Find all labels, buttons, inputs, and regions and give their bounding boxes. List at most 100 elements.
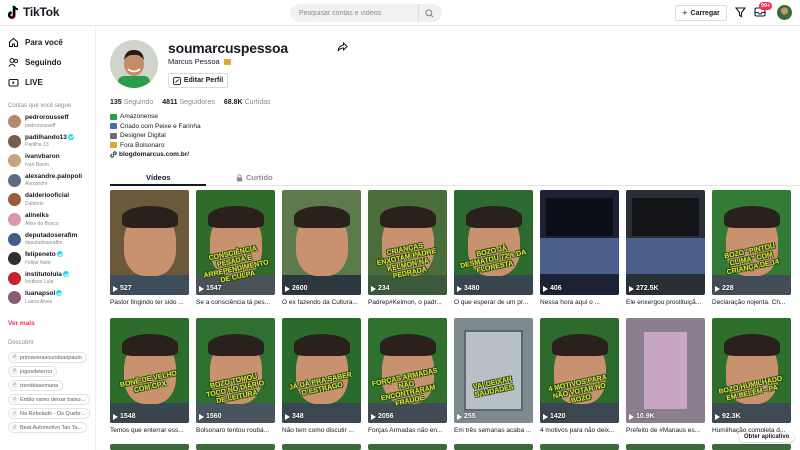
followed-account[interactable]: luanapsol Luana Alves <box>8 289 94 307</box>
video-thumbnail[interactable]: BOZO HUMILHADO EM BELÉM - PA 92.3K <box>712 318 791 423</box>
nav-for-you[interactable]: Para você <box>8 37 63 48</box>
discover-tag[interactable]: ♫ Então vamo deixar baixo... <box>8 394 91 405</box>
video-card[interactable]: BOZO HUMILHADO EM BELÉM - PA 92.3K Humilha… <box>712 318 791 434</box>
followed-account[interactable]: ivanvbaron Ivan Baron <box>8 152 94 170</box>
search-button[interactable] <box>418 4 440 22</box>
play-count: 10.9K <box>629 413 655 420</box>
video-card[interactable] <box>712 444 791 450</box>
video-thumbnail[interactable]: VAI DEIXAR SAUDADES 255 <box>454 318 533 423</box>
video-thumbnail[interactable]: 527 <box>110 190 189 295</box>
tab-liked[interactable]: Curtido <box>236 173 273 182</box>
video-card[interactable]: 406 Nessa hora aqui o ... <box>540 190 619 306</box>
video-card[interactable]: FORÇAS ARMADAS NÃO ENCONTRARAM FRAUDE 205… <box>368 318 447 434</box>
video-card[interactable]: CONSCIÊNCIA PESADA É ARREPENDIMENTO DE C… <box>196 190 275 306</box>
nav-following[interactable]: Seguindo <box>8 57 61 68</box>
video-thumbnail[interactable] <box>454 444 533 450</box>
video-card[interactable]: VAI DEIXAR SAUDADES 255 Em três semanas ac… <box>454 318 533 434</box>
video-card[interactable]: JÁ DÁ PRA SABER O ESTRAGO 348 Não tem como… <box>282 318 361 434</box>
video-thumbnail[interactable] <box>196 444 275 450</box>
video-thumbnail[interactable] <box>712 444 791 450</box>
video-thumbnail[interactable]: 4 MOTIVOS PARA NÃO VOTAR NO BOZO 1420 <box>540 318 619 423</box>
video-card[interactable]: 527 Pastor fingindo ter sido ... <box>110 190 189 306</box>
followed-account[interactable]: felipeneto Felipe Neto <box>8 250 94 268</box>
video-caption[interactable]: Bolsonaro tentou roubá... <box>196 427 275 434</box>
tiktok-logo[interactable]: TikTok <box>8 5 60 19</box>
nav-live[interactable]: LIVE <box>8 77 43 88</box>
user-avatar[interactable] <box>777 5 792 20</box>
video-caption[interactable]: O que esperar de um pr... <box>454 299 533 306</box>
account-name: dalderiooficial <box>25 192 70 200</box>
video-card[interactable]: BONÉ DE VELHO COM CPX 1548 Temos que enter… <box>110 318 189 434</box>
followed-account[interactable]: pedrorousseff pedrorousseff <box>8 113 94 131</box>
video-thumbnail[interactable]: BOZO TOMOU TOCO NO DIÁRIO DE LEITURA 1560 <box>196 318 275 423</box>
video-caption[interactable]: O ex fazendo da Cultura... <box>282 299 361 306</box>
profile-stats: 135 Seguindo 4811 Seguidores 68.8K Curtidas <box>110 99 271 106</box>
video-card[interactable] <box>368 444 447 450</box>
video-card[interactable] <box>626 444 705 450</box>
discover-tag[interactable]: # primaverasoundsaopaulo <box>8 352 87 363</box>
video-caption[interactable]: Declaração nojenta. Ch... <box>712 299 791 306</box>
discover-tag[interactable]: # trenddasemana <box>8 380 64 391</box>
video-card[interactable]: 4 MOTIVOS PARA NÃO VOTAR NO BOZO 1420 4 mo… <box>540 318 619 434</box>
video-caption[interactable]: Padrep#Kelmon, o padr... <box>368 299 447 306</box>
video-thumbnail[interactable]: 2600 <box>282 190 361 295</box>
video-card[interactable]: BOZO TOMOU TOCO NO DIÁRIO DE LEITURA 1560… <box>196 318 275 434</box>
video-thumbnail[interactable]: 406 <box>540 190 619 295</box>
video-card[interactable]: 10.9K Prefeito de #Manaus es... <box>626 318 705 434</box>
video-card[interactable]: BOZO "PINTOU CLIMA" COM CRIANÇA DE 14 228… <box>712 190 791 306</box>
search-input[interactable] <box>290 4 418 22</box>
video-thumbnail[interactable]: BOZO "PINTOU CLIMA" COM CRIANÇA DE 14 228 <box>712 190 791 295</box>
video-thumbnail[interactable] <box>110 444 189 450</box>
video-caption[interactable]: Temos que enterrar ess... <box>110 427 189 434</box>
video-caption[interactable]: Prefeito de #Manaus es... <box>626 427 705 434</box>
video-thumbnail[interactable] <box>282 444 361 450</box>
video-caption[interactable]: Forças Armadas não en... <box>368 427 447 434</box>
video-caption[interactable]: Em três semanas acaba ... <box>454 427 533 434</box>
video-card[interactable] <box>454 444 533 450</box>
video-thumbnail[interactable] <box>368 444 447 450</box>
video-card[interactable] <box>110 444 189 450</box>
video-thumbnail[interactable] <box>540 444 619 450</box>
video-card[interactable]: 2600 O ex fazendo da Cultura... <box>282 190 361 306</box>
stat-following[interactable]: 135 Seguindo <box>110 99 153 106</box>
video-thumbnail[interactable]: BONÉ DE VELHO COM CPX 1548 <box>110 318 189 423</box>
upload-button[interactable]: + Carregar <box>675 5 727 21</box>
video-caption[interactable]: Não tem como discutir ... <box>282 427 361 434</box>
tab-videos[interactable]: Vídeos <box>146 173 171 182</box>
followed-account[interactable]: padilhando13 Padilha 13 <box>8 133 94 151</box>
video-thumbnail[interactable]: CONSCIÊNCIA PESADA É ARREPENDIMENTO DE C… <box>196 190 275 295</box>
video-thumbnail[interactable]: BOZO JÁ DESMATOU 72% DA FLORESTA 3480 <box>454 190 533 295</box>
video-caption[interactable]: Se a consciência tá pes... <box>196 299 275 306</box>
followed-account[interactable]: alexandre.palopoli Alexandre <box>8 172 94 190</box>
get-app-button[interactable]: Obter aplicativo <box>739 432 795 442</box>
video-thumbnail[interactable]: JÁ DÁ PRA SABER O ESTRAGO 348 <box>282 318 361 423</box>
followed-account[interactable]: deputadoserafim deputadoserafim <box>8 231 94 249</box>
video-thumbnail[interactable] <box>626 444 705 450</box>
video-caption[interactable]: Ele enxergou prostituiçã... <box>626 299 705 306</box>
stat-followers[interactable]: 4811 Seguidores <box>162 99 215 106</box>
video-thumbnail[interactable]: FORÇAS ARMADAS NÃO ENCONTRARAM FRAUDE 205… <box>368 318 447 423</box>
video-thumbnail[interactable]: 272.5K <box>626 190 705 295</box>
send-filter-icon[interactable] <box>735 7 746 18</box>
discover-tag[interactable]: # jogosdeterror <box>8 366 58 377</box>
video-caption[interactable]: Nessa hora aqui o ... <box>540 299 619 306</box>
followed-account[interactable]: institutolula Instituto Lula <box>8 270 94 288</box>
video-card[interactable] <box>540 444 619 450</box>
video-card[interactable]: BOZO JÁ DESMATOU 72% DA FLORESTA 3480 O qu… <box>454 190 533 306</box>
share-icon[interactable] <box>337 42 348 52</box>
discover-tag[interactable]: ♫ Na Rebolado - Os Quebr... <box>8 408 91 419</box>
video-card[interactable]: CRIANÇAS ENXOTAM PADRE KELMON NA PEDRADA… <box>368 190 447 306</box>
video-caption[interactable]: Pastor fingindo ter sido ... <box>110 299 189 306</box>
discover-tag[interactable]: ♫ Beat Automotivo Tan Ta... <box>8 422 88 433</box>
see-more-link[interactable]: Ver mais <box>8 320 35 327</box>
followed-account[interactable]: dalderiooficial Dalderio <box>8 191 94 209</box>
video-thumbnail[interactable]: CRIANÇAS ENXOTAM PADRE KELMON NA PEDRADA… <box>368 190 447 295</box>
profile-link[interactable]: blogdomarcus.com.br/ <box>110 151 189 158</box>
video-thumbnail[interactable]: 10.9K <box>626 318 705 423</box>
video-card[interactable] <box>196 444 275 450</box>
video-card[interactable] <box>282 444 361 450</box>
followed-account[interactable]: alinelks Aline do Bosco <box>8 211 94 229</box>
video-caption[interactable]: 4 motivos para não deix... <box>540 427 619 434</box>
edit-profile-button[interactable]: Editar Perfil <box>168 73 228 88</box>
video-card[interactable]: 272.5K Ele enxergou prostituiçã... <box>626 190 705 306</box>
